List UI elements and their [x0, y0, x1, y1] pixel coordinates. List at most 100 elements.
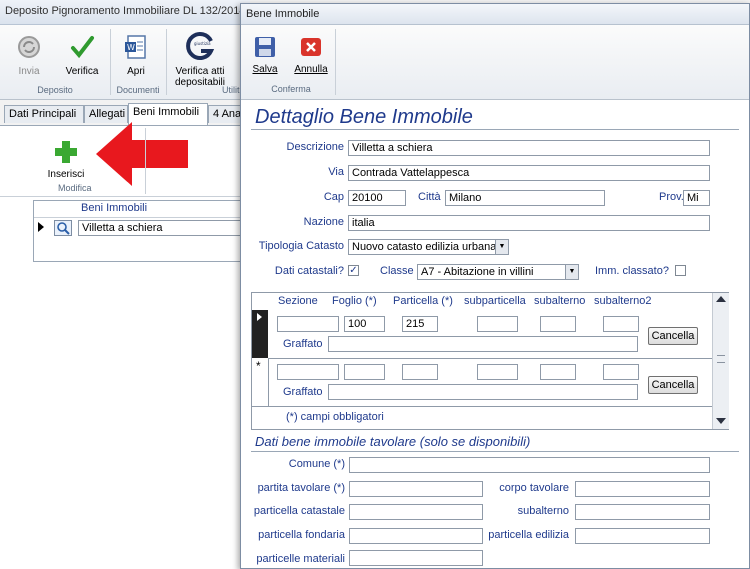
classe-label: Classe — [380, 265, 414, 277]
via-input[interactable]: Contrada Vattelappesca — [348, 165, 710, 181]
verifica-label: Verifica — [65, 66, 99, 77]
annulla-button[interactable]: Annulla — [291, 35, 331, 75]
tavolare-heading: Dati bene immobile tavolare (solo se dis… — [255, 434, 531, 449]
tipologia-value: Nuovo catasto edilizia urbana — [352, 241, 497, 253]
row-selector[interactable]: * — [252, 359, 269, 406]
comune-input[interactable] — [349, 457, 710, 473]
nazione-input[interactable]: italia — [348, 215, 710, 231]
subalterno2-input[interactable] — [603, 364, 639, 380]
subalterno2-input[interactable] — [603, 316, 639, 332]
graffato-input[interactable] — [328, 336, 638, 352]
row-divider — [252, 406, 712, 407]
particella-fondaria-label: particella fondaria — [258, 529, 345, 541]
bene-immobile-dialog: Bene Immobile Salva Annulla Conferma Det… — [240, 3, 750, 569]
scroll-down-icon[interactable] — [716, 418, 726, 424]
row-selector[interactable] — [252, 310, 268, 358]
verifica-atti-label: Verifica atti — [175, 66, 225, 77]
particelle-subform: Sezione Foglio (*) Particella (*) subpar… — [251, 292, 729, 430]
main-ribbon: Invia Verifica Deposito W Apri Documenti — [0, 25, 250, 100]
group-modifica-label: Modifica — [58, 183, 92, 193]
subform-scrollbar[interactable] — [712, 293, 729, 429]
col-subalterno2: subalterno2 — [594, 295, 652, 307]
graffato-input[interactable] — [328, 384, 638, 400]
ribbon-separator — [335, 29, 336, 95]
prov-input[interactable]: Mi — [683, 190, 710, 206]
cancella-button[interactable]: Cancella — [648, 376, 698, 394]
list-item[interactable]: Villetta a schiera — [34, 218, 246, 238]
inserisci-button[interactable]: Inserisci — [42, 138, 90, 180]
salva-label: Salva — [252, 64, 278, 75]
subalterno-tavolare-input[interactable] — [575, 504, 710, 520]
particella-input[interactable]: 215 — [402, 316, 438, 332]
group-documenti-label: Documenti — [116, 85, 160, 95]
imm-classato-label: Imm. classato? — [595, 265, 669, 277]
col-particella: Particella (*) — [393, 295, 453, 307]
chevron-down-icon[interactable]: ▼ — [495, 240, 508, 254]
salva-button[interactable]: Salva — [251, 35, 279, 75]
apri-button[interactable]: W Apri — [118, 33, 154, 77]
svg-text:giustizia: giustizia — [194, 41, 211, 46]
row-divider — [268, 358, 712, 359]
classe-select[interactable]: A7 - Abitazione in villini ▼ — [417, 264, 579, 280]
imm-classato-checkbox[interactable] — [675, 265, 686, 276]
particelle-materiali-label: particelle materiali — [256, 553, 345, 565]
tab-dati-principali[interactable]: Dati Principali — [4, 105, 84, 123]
sezione-input[interactable] — [277, 316, 339, 332]
col-subparticella: subparticella — [464, 295, 526, 307]
word-document-icon: W — [125, 35, 146, 59]
corpo-tavolare-label: corpo tavolare — [499, 482, 569, 494]
magnifier-icon[interactable] — [54, 220, 72, 236]
subparticella-input[interactable] — [477, 364, 518, 380]
cap-label: Cap — [323, 191, 344, 203]
sezione-input[interactable] — [277, 364, 339, 380]
tipologia-select[interactable]: Nuovo catasto edilizia urbana ▼ — [348, 239, 509, 255]
verifica-button[interactable]: Verifica — [60, 33, 104, 77]
particella-catastale-input[interactable] — [349, 504, 483, 520]
nazione-label: Nazione — [303, 216, 344, 228]
group-conferma-label: Conferma — [271, 84, 311, 94]
main-titlebar: Deposito Pignoramento Immobiliare DL 132… — [0, 0, 260, 25]
corpo-tavolare-input[interactable] — [575, 481, 710, 497]
cancella-button[interactable]: Cancella — [648, 327, 698, 345]
main-window-title: Deposito Pignoramento Immobiliare DL 132… — [5, 5, 260, 17]
particella-catastale-label: particella catastale — [253, 505, 345, 517]
verifica-atti-label-2: depositabili — [174, 77, 226, 88]
subparticella-input[interactable] — [477, 316, 518, 332]
descrizione-input[interactable]: Villetta a schiera — [348, 140, 710, 156]
dialog-titlebar: Bene Immobile — [241, 4, 749, 25]
scroll-grip-icon[interactable] — [717, 355, 725, 363]
foglio-input[interactable]: 100 — [344, 316, 385, 332]
ribbon-separator — [145, 128, 146, 194]
verifica-atti-button[interactable]: giustizia Verifica atti depositabili — [170, 31, 230, 88]
particella-edilizia-input[interactable] — [575, 528, 710, 544]
subalterno-input[interactable] — [540, 364, 576, 380]
ribbon-separator — [166, 29, 167, 95]
particella-edilizia-label: particella edilizia — [488, 529, 569, 541]
citta-input[interactable]: Milano — [445, 190, 605, 206]
row-pointer-icon — [257, 313, 262, 321]
foglio-input[interactable] — [344, 364, 385, 380]
list-item-descrizione[interactable]: Villetta a schiera — [78, 220, 246, 236]
cap-input[interactable]: 20100 — [348, 190, 406, 206]
partita-tavolare-input[interactable] — [349, 481, 483, 497]
list-separator — [0, 196, 245, 197]
floppy-disk-icon — [255, 37, 275, 57]
scroll-up-icon[interactable] — [716, 296, 726, 302]
via-label: Via — [328, 166, 344, 178]
dati-catastali-checkbox[interactable]: ✓ — [348, 265, 359, 276]
dettaglio-heading: Dettaglio Bene Immobile — [255, 106, 473, 128]
group-deposito-label: Deposito — [37, 85, 73, 95]
invia-button[interactable]: Invia — [12, 33, 46, 77]
giustizia-logo-icon: giustizia — [186, 32, 215, 60]
particella-input[interactable] — [402, 364, 438, 380]
red-arrow-icon — [96, 122, 188, 186]
ribbon-separator — [110, 29, 111, 95]
chevron-down-icon[interactable]: ▼ — [565, 265, 578, 279]
col-foglio: Foglio (*) — [332, 295, 377, 307]
new-row-marker: * — [256, 359, 261, 373]
dialog-ribbon: Salva Annulla Conferma — [241, 25, 749, 100]
citta-label: Città — [418, 191, 441, 203]
particelle-materiali-input[interactable] — [349, 550, 483, 566]
subalterno-input[interactable] — [540, 316, 576, 332]
particella-fondaria-input[interactable] — [349, 528, 483, 544]
